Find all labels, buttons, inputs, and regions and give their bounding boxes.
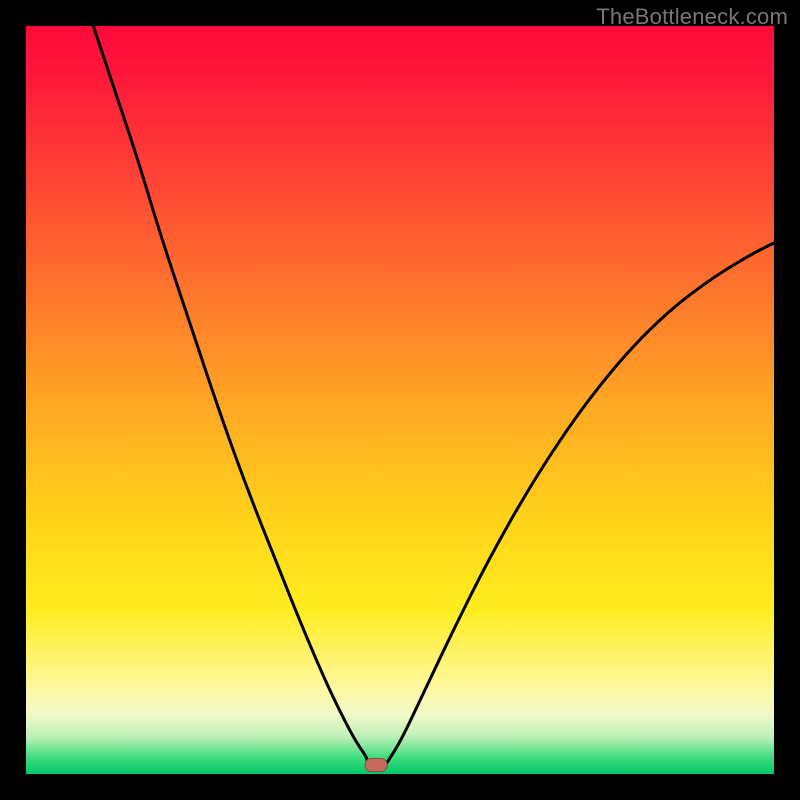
plot-area <box>26 26 774 774</box>
curve-layer <box>26 26 774 774</box>
chart-frame: TheBottleneck.com <box>0 0 800 800</box>
bottleneck-curve <box>93 26 774 765</box>
min-marker <box>365 759 387 772</box>
watermark-text: TheBottleneck.com <box>596 4 788 30</box>
